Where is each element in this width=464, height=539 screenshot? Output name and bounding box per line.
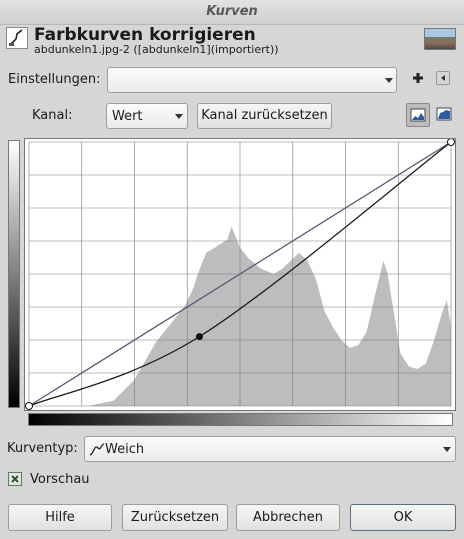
window-title: Kurven xyxy=(206,4,258,19)
curves-tool-icon xyxy=(6,27,28,49)
channel-combo[interactable]: Wert xyxy=(106,103,188,129)
help-button-label: Hilfe xyxy=(45,510,75,525)
window-titlebar[interactable]: Kurven xyxy=(0,0,464,25)
add-preset-icon[interactable] xyxy=(412,72,424,84)
curve-canvas[interactable] xyxy=(25,139,455,410)
ok-button[interactable]: OK xyxy=(350,504,456,531)
image-subtitle: abdunkeln1.jpg-2 ([abdunkeln1](importier… xyxy=(34,43,279,56)
cancel-button-label: Abbrechen xyxy=(252,510,324,525)
curve-control-point[interactable] xyxy=(195,333,203,341)
output-gradient-bar xyxy=(28,413,453,426)
settings-label: Einstellungen: xyxy=(8,72,101,87)
curve-control-point[interactable] xyxy=(447,139,455,146)
preview-checkbox[interactable] xyxy=(8,472,22,486)
curve-type-label: Kurventyp: xyxy=(7,441,78,456)
cancel-button[interactable]: Abbrechen xyxy=(236,504,340,531)
page-title: Farbkurven korrigieren xyxy=(34,25,256,45)
curve-graph[interactable] xyxy=(24,138,456,411)
chevron-down-icon xyxy=(443,447,451,452)
curve-type-combo[interactable]: Weich xyxy=(84,436,456,462)
ok-button-label: OK xyxy=(393,510,413,525)
preview-label: Vorschau xyxy=(30,472,90,487)
reset-channel-button[interactable]: Kanal zurücksetzen xyxy=(197,103,332,129)
chevron-down-icon xyxy=(175,114,183,119)
image-thumbnail xyxy=(424,28,456,50)
log-histogram-icon[interactable] xyxy=(433,103,457,127)
channel-value: Wert xyxy=(112,109,143,124)
chevron-down-icon xyxy=(385,78,393,83)
settings-combo[interactable] xyxy=(107,67,397,93)
reset-button-label: Zurücksetzen xyxy=(130,510,220,525)
linear-histogram-icon[interactable] xyxy=(406,103,430,127)
curve-type-value: Weich xyxy=(105,442,145,457)
input-gradient-bar xyxy=(8,140,20,408)
smooth-curve-icon xyxy=(89,442,105,457)
help-button[interactable]: Hilfe xyxy=(8,504,112,531)
reset-channel-label: Kanal zurücksetzen xyxy=(201,108,328,123)
reset-button[interactable]: Zurücksetzen xyxy=(122,504,228,531)
curve-control-point[interactable] xyxy=(25,402,33,410)
channel-label: Kanal: xyxy=(32,108,73,123)
preset-menu-icon[interactable] xyxy=(436,71,450,85)
